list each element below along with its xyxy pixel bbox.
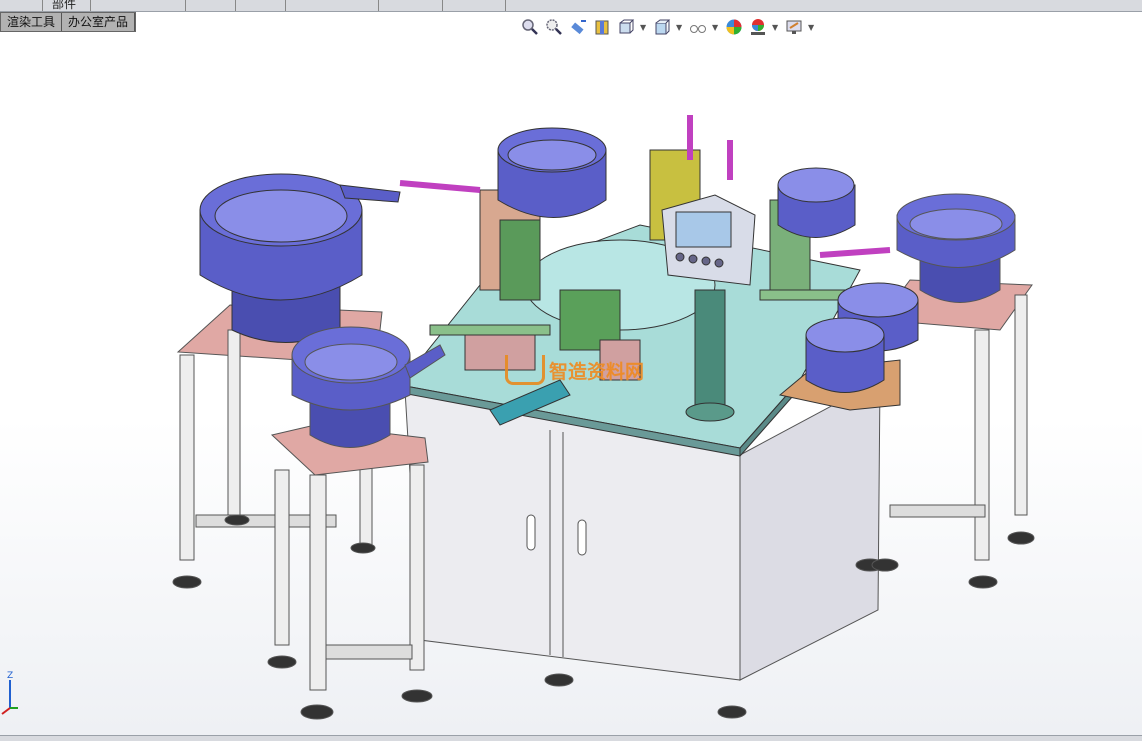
tab-render-tools[interactable]: 渲染工具 — [1, 13, 63, 31]
chevron-down-icon[interactable]: ▼ — [640, 23, 648, 32]
chevron-down-icon[interactable]: ▼ — [772, 23, 780, 32]
apply-scene-icon[interactable] — [748, 17, 768, 37]
command-manager-tabs: 渲染工具 办公室产品 — [0, 12, 137, 32]
graphics-viewport[interactable]: 智造资料网 Z — [0, 33, 1142, 735]
heads-up-view-toolbar: ▼ ▼ ▼ ▼ ▼ — [520, 16, 816, 38]
tab-assembly[interactable]: 部件 — [52, 0, 76, 12]
chevron-down-icon[interactable]: ▼ — [808, 23, 816, 32]
view-settings-icon[interactable] — [784, 17, 804, 37]
watermark-text: 智造资料网 — [549, 360, 645, 383]
display-style-icon[interactable] — [652, 17, 672, 37]
coordinate-triad: Z — [1, 671, 18, 715]
back-bowl — [497, 127, 607, 218]
section-view-icon[interactable] — [592, 17, 612, 37]
chevron-down-icon[interactable]: ▼ — [676, 23, 684, 32]
previous-view-icon[interactable] — [568, 17, 588, 37]
zoom-to-area-icon[interactable] — [544, 17, 564, 37]
chevron-down-icon[interactable]: ▼ — [712, 23, 720, 32]
watermark-logo-icon — [505, 355, 545, 385]
watermark: 智造资料网 — [505, 355, 644, 385]
tab-office-products[interactable]: 办公室产品 — [62, 13, 136, 31]
triad-z-label: Z — [7, 671, 13, 681]
edit-appearance-icon[interactable] — [724, 17, 744, 37]
zoom-to-fit-icon[interactable] — [520, 17, 540, 37]
top-tab-strip: 部件 — [0, 0, 1142, 12]
hide-show-items-icon[interactable] — [688, 17, 708, 37]
status-bar — [0, 735, 1142, 741]
view-orientation-icon[interactable] — [616, 17, 636, 37]
